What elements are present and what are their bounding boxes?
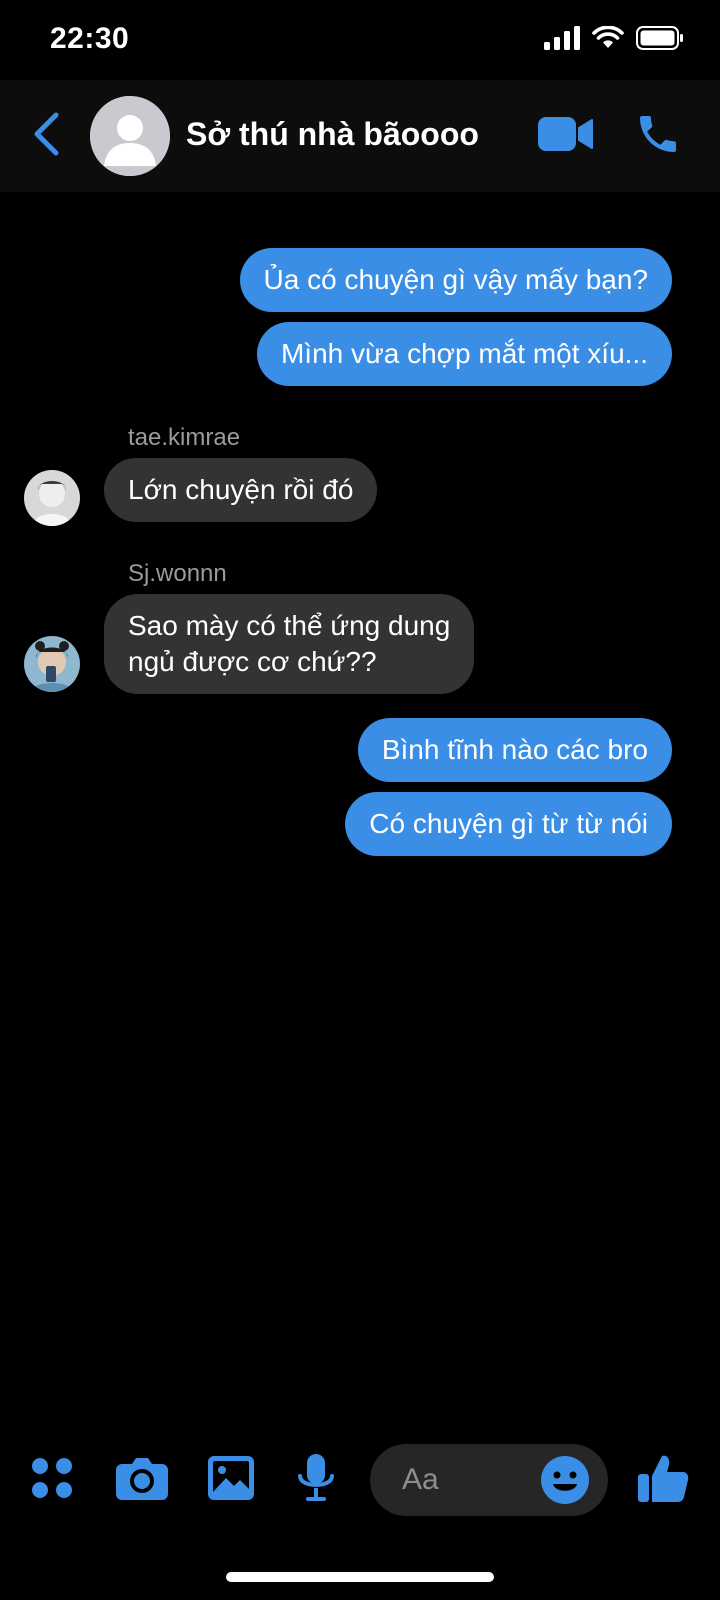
outgoing-message[interactable]: Có chuyện gì từ từ nói (345, 792, 672, 856)
home-indicator[interactable] (226, 1572, 494, 1582)
emoji-button[interactable] (540, 1455, 590, 1505)
camera-icon (116, 1456, 168, 1505)
back-button[interactable] (26, 108, 66, 164)
avatar[interactable] (24, 470, 80, 526)
avatar[interactable] (24, 636, 80, 692)
video-camera-icon (538, 115, 594, 158)
conversation-title[interactable]: Sở thú nhà bãoooo (186, 116, 479, 153)
camera-button[interactable] (112, 1440, 172, 1520)
emoji-icon (540, 1456, 590, 1509)
status-time: 22:30 (50, 22, 130, 55)
gallery-button[interactable] (206, 1440, 256, 1520)
status-icons (544, 25, 684, 55)
phone-icon (634, 110, 682, 163)
microphone-icon (297, 1453, 335, 1507)
voice-call-button[interactable] (630, 108, 686, 164)
incoming-message[interactable]: Sao mày có thể ứng dung ngủ được cơ chứ?… (104, 594, 475, 694)
wifi-icon (592, 25, 624, 55)
incoming-message[interactable]: Lớn chuyện rồi đó (104, 458, 378, 522)
message-line: Sao mày có thể ứng dung (128, 610, 451, 641)
video-call-button[interactable] (536, 112, 596, 160)
voice-message-button[interactable] (292, 1440, 340, 1520)
outgoing-message[interactable]: Ủa có chuyện gì vậy mấy bạn? (239, 248, 672, 312)
group-avatar[interactable] (90, 96, 170, 176)
sender-name: tae.kimrae (128, 424, 241, 451)
apps-button[interactable] (28, 1440, 76, 1520)
apps-grid-icon (30, 1456, 74, 1505)
message-composer (0, 1440, 720, 1520)
gallery-icon (208, 1455, 254, 1505)
outgoing-message[interactable]: Bình tĩnh nào các bro (357, 718, 672, 782)
message-line: ngủ được cơ chứ?? (128, 646, 377, 677)
outgoing-message[interactable]: Mình vừa chợp mắt một xíu... (256, 322, 672, 386)
person-placeholder-icon (90, 96, 170, 176)
cellular-signal-icon (544, 26, 580, 55)
battery-icon (636, 26, 684, 55)
back-chevron-icon (31, 111, 61, 162)
status-bar: 22:30 (0, 0, 720, 80)
like-button[interactable] (636, 1440, 692, 1520)
chat-header: Sở thú nhà bãoooo (0, 80, 720, 192)
sender-name: Sj.wonnn (128, 560, 227, 587)
thumbs-up-icon (638, 1452, 690, 1509)
message-input[interactable] (402, 1460, 552, 1500)
message-input-container[interactable] (370, 1444, 608, 1516)
